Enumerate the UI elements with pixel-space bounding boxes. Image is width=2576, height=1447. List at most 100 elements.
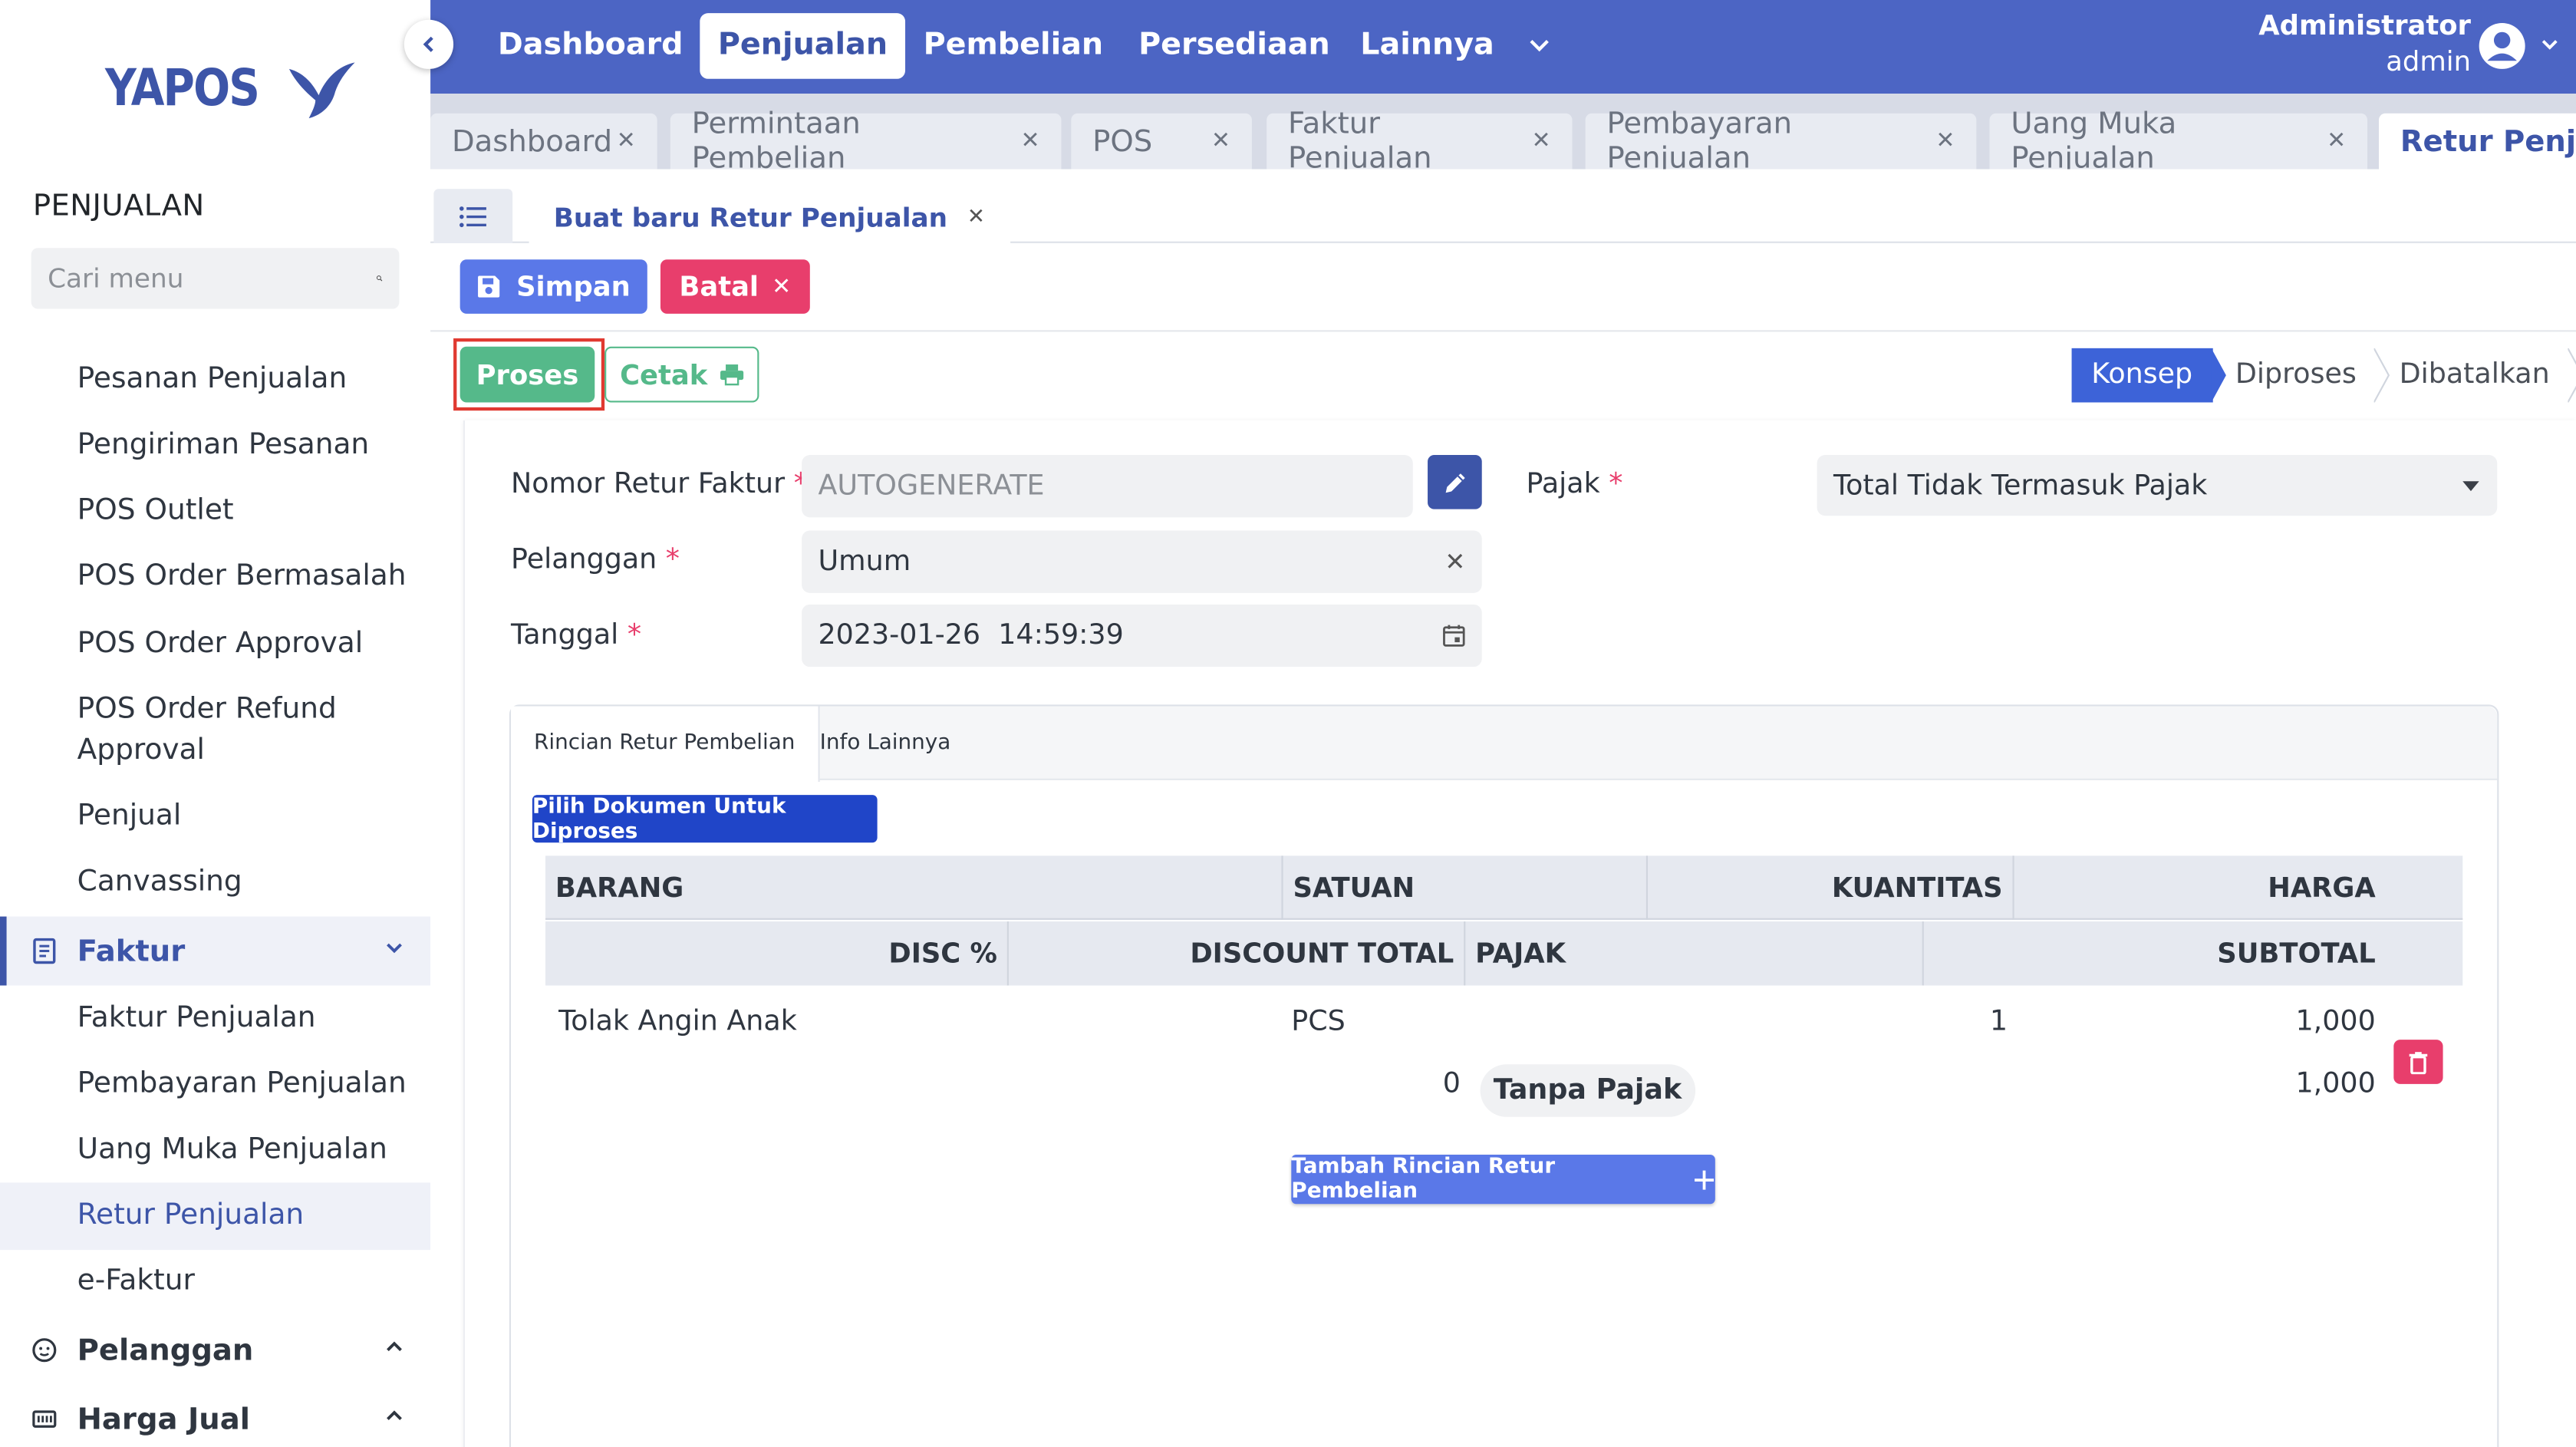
user-menu-chevron-icon[interactable]	[2540, 38, 2560, 54]
top-navbar: Dashboard Penjualan Pembelian Persediaan…	[430, 0, 2576, 94]
close-icon[interactable]: ✕	[1935, 128, 1955, 154]
cell-subtotal: 1,000	[2295, 1067, 2376, 1101]
cell-satuan[interactable]: PCS	[1291, 1005, 1346, 1038]
cancel-button[interactable]: Batal ✕	[660, 259, 810, 314]
pencil-icon	[1444, 473, 1464, 493]
cell-barang[interactable]: Tolak Angin Anak	[558, 1005, 797, 1038]
add-detail-button[interactable]: Tambah Rincian Retur Pembelian	[1291, 1154, 1715, 1205]
sidebar-item-faktur-penjualan[interactable]: Faktur Penjualan	[0, 999, 430, 1040]
delete-row-button[interactable]	[2393, 1040, 2443, 1084]
col-barang: BARANG	[545, 855, 1283, 920]
nav-lainnya[interactable]: Lainnya	[1342, 13, 1513, 79]
close-icon[interactable]: ✕	[1021, 128, 1040, 154]
pelanggan-label: Pelanggan *	[511, 544, 680, 577]
nav-dashboard[interactable]: Dashboard	[479, 13, 701, 79]
sidebar-item-uang-muka-penjualan[interactable]: Uang Muka Penjualan	[0, 1130, 430, 1172]
sidebar-item-e-faktur[interactable]: e-Faktur	[0, 1261, 430, 1303]
tab-dashboard[interactable]: Dashboard ✕	[430, 113, 657, 170]
sidebar-group-faktur[interactable]: Faktur	[0, 916, 431, 986]
status-dibatalkan: Dibatalkan	[2377, 348, 2576, 403]
cell-harga[interactable]: 1,000	[2136, 1005, 2376, 1038]
sidebar-item-pos-order-approval[interactable]: POS Order Approval	[0, 625, 430, 666]
pelanggan-field[interactable]: Umum ✕	[802, 530, 1482, 593]
status-arrow	[2568, 348, 2576, 403]
close-icon[interactable]: ✕	[1532, 128, 1551, 154]
col-discount-total: DISCOUNT TOTAL	[1009, 921, 1466, 986]
close-icon: ✕	[772, 273, 792, 300]
price-tag-icon	[30, 1404, 60, 1434]
more-menu-chevron-icon[interactable]	[1528, 36, 1551, 56]
sidebar-item-pos-order-refund[interactable]: POS Order Refund	[0, 690, 430, 731]
sidebar-collapse-button[interactable]	[404, 19, 454, 69]
sidebar-item-pesanan-penjualan[interactable]: Pesanan Penjualan	[0, 360, 430, 401]
menu-search-input[interactable]	[48, 262, 377, 295]
tanggal-label: Tanggal *	[511, 619, 641, 652]
save-button-label: Simpan	[516, 271, 631, 302]
sidebar-item-pengiriman-pesanan[interactable]: Pengiriman Pesanan	[0, 425, 430, 466]
col-subtotal: SUBTOTAL	[2217, 938, 2376, 970]
sidebar-item-pos-order-bermasalah[interactable]: POS Order Bermasalah	[0, 557, 430, 598]
trash-icon	[2409, 1051, 2428, 1074]
status-diproses-label: Diproses	[2235, 358, 2357, 391]
save-button[interactable]: Simpan	[460, 259, 647, 314]
close-icon[interactable]: ✕	[1211, 128, 1230, 154]
close-icon[interactable]: ✕	[967, 205, 985, 229]
tab-permintaan-pembelian[interactable]: Permintaan Pembelian ✕	[670, 107, 1062, 170]
tab-pos[interactable]: POS ✕	[1071, 113, 1252, 170]
tanggal-field[interactable]: 2023-01-26 14:59:39	[802, 604, 1482, 667]
tab-rincian-retur[interactable]: Rincian Retur Pembelian	[511, 706, 820, 783]
pajak-select[interactable]: Total Tidak Termasuk Pajak	[1817, 455, 2498, 516]
cell-discount-total[interactable]: 0	[1314, 1068, 1461, 1101]
user-info[interactable]: Administrator admin	[2258, 8, 2471, 81]
tab-faktur-penjualan[interactable]: Faktur Penjualan ✕	[1267, 107, 1573, 170]
list-view-button[interactable]	[433, 189, 513, 243]
user-avatar-icon[interactable]	[2478, 21, 2527, 71]
save-icon	[478, 275, 500, 298]
pelanggan-value: Umum	[818, 545, 911, 578]
edit-number-button[interactable]	[1428, 455, 1482, 509]
col-satuan: SATUAN	[1283, 855, 1649, 920]
sidebar-group-pelanggan[interactable]: Pelanggan	[0, 1316, 430, 1385]
close-icon[interactable]: ✕	[617, 128, 636, 154]
sidebar-item-pos-outlet[interactable]: POS Outlet	[0, 491, 430, 532]
sidebar-item-pos-order-refund-line2[interactable]: Approval	[0, 731, 430, 773]
nav-pembelian[interactable]: Pembelian	[905, 13, 1122, 79]
pelanggan-label-text: Pelanggan	[511, 543, 657, 577]
print-button[interactable]: Cetak	[604, 346, 759, 403]
status-steps: Konsep Diproses Dibatalkan	[2071, 348, 2576, 403]
process-button[interactable]: Proses	[460, 346, 595, 403]
required-mark: *	[627, 619, 642, 652]
doc-tab-new-retur[interactable]: Buat baru Retur Penjualan ✕	[529, 189, 1010, 245]
tab-label: Permintaan Pembelian	[691, 107, 861, 170]
tab-retur-penjualan[interactable]: Retur Penjualan	[2379, 113, 2576, 170]
sidebar-group-pelanggan-label: Pelanggan	[77, 1333, 254, 1368]
sidebar-group-faktur-label: Faktur	[77, 934, 186, 969]
sidebar: YAPOS PENJUALAN Pesanan Penjualan Pengir…	[0, 0, 431, 1447]
required-mark: *	[1609, 468, 1623, 501]
menu-search[interactable]	[31, 248, 400, 309]
sidebar-item-penjual[interactable]: Penjual	[0, 796, 430, 838]
tab-label: Faktur Penjualan	[1288, 107, 1432, 170]
nav-penjualan[interactable]: Penjualan	[700, 13, 906, 79]
clear-icon[interactable]: ✕	[1444, 547, 1465, 577]
tab-pembayaran-penjualan[interactable]: Pembayaran Penjualan ✕	[1585, 107, 1977, 170]
sidebar-item-retur-penjualan[interactable]: Retur Penjualan	[0, 1182, 431, 1251]
tax-pill[interactable]: Tanpa Pajak	[1480, 1064, 1695, 1117]
logo[interactable]: YAPOS	[105, 56, 358, 122]
cell-kuantitas[interactable]: 1	[1807, 1005, 2008, 1038]
sidebar-item-canvassing[interactable]: Canvassing	[0, 862, 430, 904]
status-konsep: Konsep	[2071, 348, 2225, 403]
sidebar-group-harga-jual[interactable]: Harga Jual	[0, 1385, 430, 1447]
sidebar-group-harga-jual-label: Harga Jual	[77, 1402, 250, 1437]
print-button-label: Cetak	[620, 358, 708, 391]
nav-persediaan[interactable]: Persediaan	[1121, 13, 1349, 79]
calendar-icon[interactable]	[1442, 625, 1465, 648]
close-icon[interactable]: ✕	[2327, 128, 2346, 154]
tab-uang-muka-penjualan[interactable]: Uang Muka Penjualan ✕	[1989, 107, 2368, 170]
app-root: YAPOS PENJUALAN Pesanan Penjualan Pengir…	[0, 0, 2576, 1447]
choose-document-button[interactable]: Pilih Dokumen Untuk Diproses	[532, 794, 878, 843]
sidebar-item-pembayaran-penjualan[interactable]: Pembayaran Penjualan	[0, 1064, 430, 1106]
tab-info-lainnya[interactable]: Info Lainnya	[797, 707, 974, 780]
nomor-retur-field[interactable]: AUTOGENERATE	[802, 455, 1413, 518]
tab-label: Retur Penjualan	[2400, 124, 2576, 159]
